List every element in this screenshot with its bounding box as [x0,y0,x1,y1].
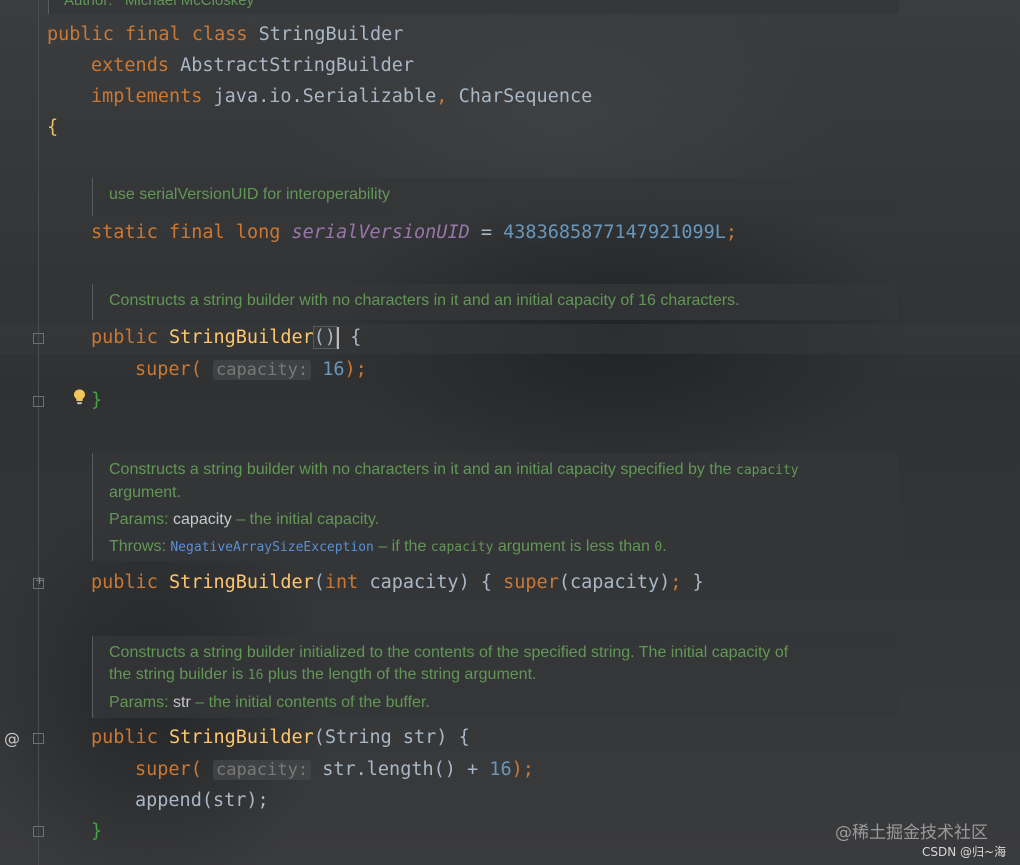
doc-default-constructor: Constructs a string builder with no char… [92,284,898,320]
ctor-capacity-line[interactable]: public StringBuilder(int capacity) { sup… [91,571,704,595]
ctor-default-super-line[interactable]: super( capacity: 16); [135,358,367,382]
exception-link[interactable]: NegativeArraySizeException [170,540,374,555]
fold-marker-ctor3-end[interactable] [33,826,44,837]
ctor-string-close-brace[interactable]: } [91,820,102,844]
ctor-default-close-brace[interactable]: } [91,389,102,413]
doc-string-constructor: Constructs a string builder initialized … [92,636,898,718]
author-line: Author: Michael McCloskey [64,0,255,9]
fold-marker-ctor3[interactable] [33,733,44,744]
extends-line[interactable]: extends AbstractStringBuilder [91,54,414,78]
override-at-icon[interactable]: @ [4,729,20,748]
ctor-string-line[interactable]: public StringBuilder(String str) { [91,726,470,750]
implements-line[interactable]: implements java.io.Serializable, CharSeq… [91,85,592,109]
class-declaration-line[interactable]: public final class StringBuilder [47,23,403,47]
fold-marker-ctor1-end[interactable] [33,396,44,407]
doc-serialversionuid: use serialVersionUID for interoperabilit… [92,178,898,216]
ctor-default-line[interactable]: public StringBuilder() { [91,326,361,350]
class-open-brace[interactable]: { [47,116,58,140]
lightbulb-icon[interactable] [73,389,86,405]
doc-capacity-constructor: Constructs a string builder with no char… [92,453,898,561]
ctor-string-super-line[interactable]: super( capacity: str.length() + 16); [135,758,534,782]
csdn-watermark: CSDN @归~海 [922,845,1007,859]
ctor-string-append-line[interactable]: append(str); [135,789,269,813]
text-caret [337,327,340,349]
juejin-watermark: @稀土掘金技术社区 [835,823,988,843]
serialversionuid-field-line[interactable]: static final long serialVersionUID = 438… [91,221,737,245]
param-hint-capacity-2: capacity: [212,760,312,780]
param-hint-capacity: capacity: [212,360,312,380]
fold-marker-ctor2[interactable] [33,574,44,589]
fold-marker-ctor1[interactable] [33,333,44,344]
